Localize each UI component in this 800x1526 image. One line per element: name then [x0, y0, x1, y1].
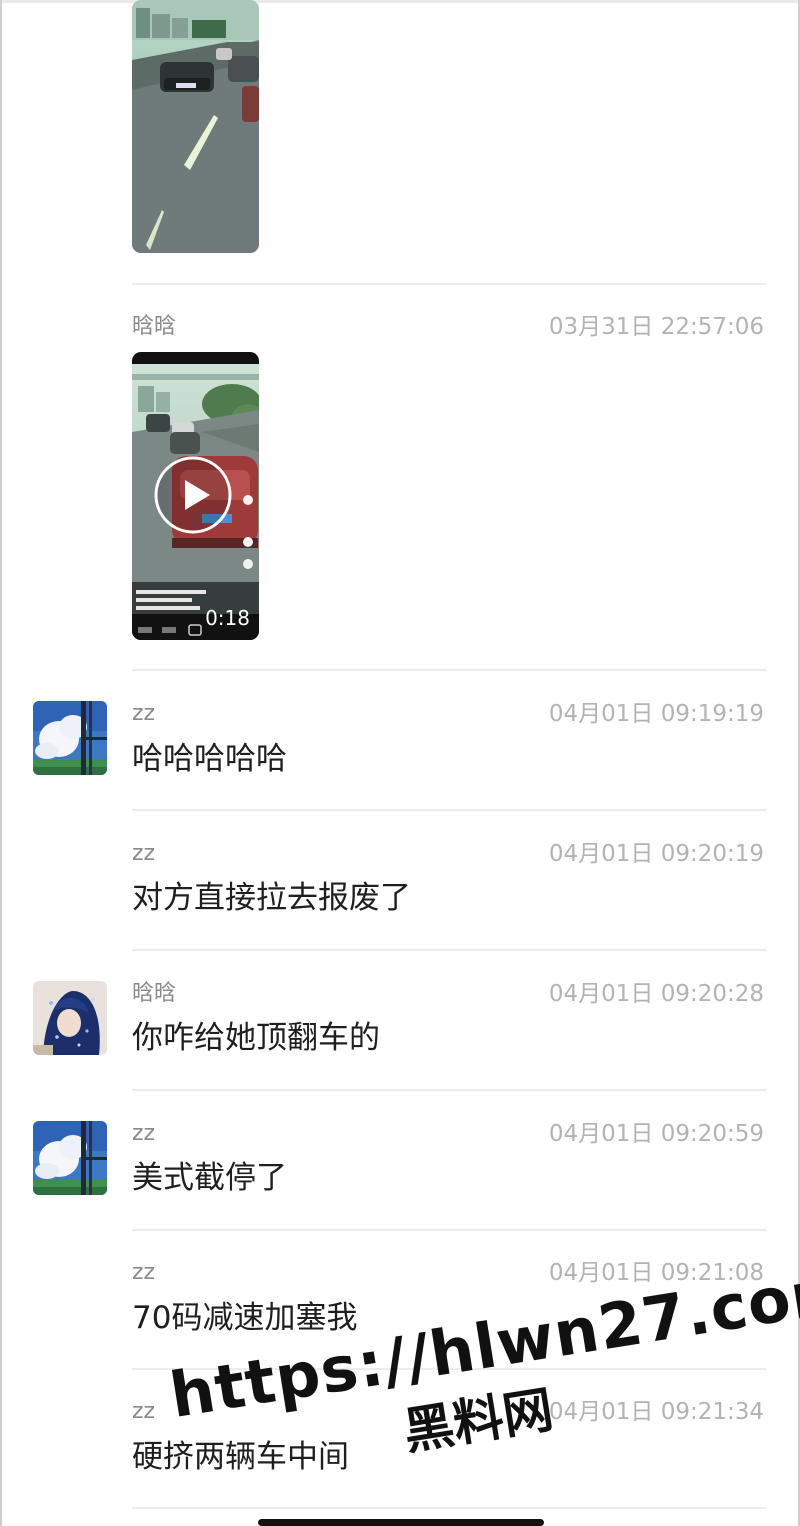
- watermark: https://hlwn27.com 黑料网: [165, 1252, 800, 1500]
- message-time: 04月01日 09:20:19: [548, 841, 764, 867]
- sender-name: zz: [132, 841, 156, 866]
- sender-name: 晗晗: [132, 314, 177, 339]
- message-text: 70码减速加塞我: [132, 1300, 358, 1336]
- message-text: 美式截停了: [132, 1160, 287, 1196]
- left-edge: [0, 0, 2, 1526]
- message-time: 04月01日 09:20:59: [548, 1121, 764, 1147]
- sender-name: zz: [132, 701, 156, 726]
- sender-name: zz: [132, 1121, 156, 1146]
- message-text: 对方直接拉去报废了: [132, 880, 411, 916]
- shared-video[interactable]: 0:18: [132, 352, 259, 640]
- divider: [132, 809, 766, 811]
- message-time: 04月01日 09:20:28: [548, 981, 764, 1007]
- avatar[interactable]: [33, 1121, 107, 1195]
- divider: [132, 1229, 766, 1231]
- divider: [132, 669, 766, 671]
- divider: [132, 949, 766, 951]
- avatar[interactable]: [33, 701, 107, 775]
- home-indicator[interactable]: [258, 1519, 544, 1526]
- sender-name: zz: [132, 1399, 156, 1424]
- avatar-sky-icon: [33, 701, 107, 775]
- divider: [132, 283, 766, 285]
- divider: [132, 1507, 766, 1509]
- avatar-girl-icon: [33, 981, 107, 1055]
- sender-name: zz: [132, 1260, 156, 1285]
- avatar-sky-icon: [33, 1121, 107, 1195]
- shared-image[interactable]: [132, 0, 259, 253]
- top-border: [0, 0, 800, 3]
- avatar[interactable]: [33, 981, 107, 1055]
- play-icon[interactable]: [154, 456, 232, 534]
- message-time: 04月01日 09:19:19: [548, 701, 764, 727]
- message-text: 哈哈哈哈哈: [132, 741, 287, 777]
- divider: [132, 1089, 766, 1091]
- message-text: 你咋给她顶翻车的: [132, 1020, 380, 1056]
- message-time: 03月31日 22:57:06: [548, 314, 764, 340]
- sender-name: 晗晗: [132, 981, 177, 1006]
- video-duration: 0:18: [205, 606, 250, 630]
